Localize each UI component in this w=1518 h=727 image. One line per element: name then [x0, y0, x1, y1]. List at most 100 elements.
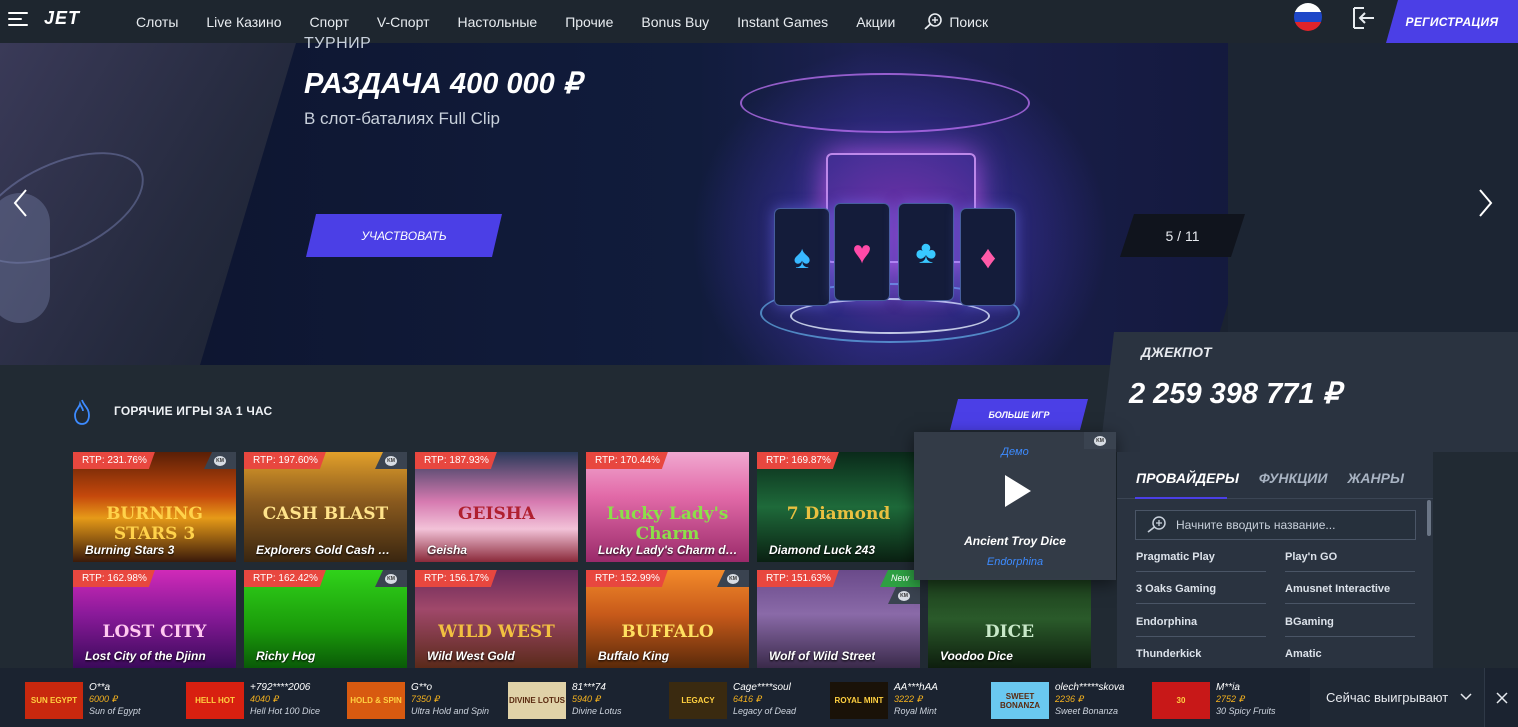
card-club-icon: ♣ — [898, 203, 954, 301]
provider-search-field[interactable] — [1135, 510, 1416, 540]
winner-game-name[interactable]: Legacy of Dead — [733, 706, 796, 716]
rtp-badge: RTP: 169.87% — [757, 452, 839, 469]
logo[interactable]: JET — [44, 8, 80, 29]
winner-item[interactable]: 30 M**ia 2752 ₽ 30 Spicy Fruits — [1152, 682, 1307, 722]
winner-game-thumbnail[interactable]: HOLD & SPIN — [347, 682, 405, 719]
nav-live-casino[interactable]: Live Казино — [206, 14, 281, 30]
main-nav: Слоты Live Казино Спорт V-Спорт Настольн… — [136, 0, 1016, 43]
game-tile[interactable]: GEISHA RTP: 187.93% Geisha — [415, 452, 578, 562]
game-tile[interactable]: LOST CITY RTP: 162.98% Lost City of the Dj… — [73, 570, 236, 668]
game-tile[interactable]: BUFFALO RTP: 152.99% KM Buffalo King — [586, 570, 749, 668]
game-tile[interactable]: Lucky Lady's Charm RTP: 170.44% Lucky Lady… — [586, 452, 749, 562]
game-tile[interactable]: RTP: 151.63% New KM Wolf of Wild Street — [757, 570, 920, 668]
search-label: Поиск — [949, 13, 989, 30]
nav-bonus-buy[interactable]: Bonus Buy — [641, 14, 709, 30]
winner-item[interactable]: LEGACY Cage****soul 6416 ₽ Legacy of Dead — [669, 682, 824, 722]
nav-instant-games[interactable]: Instant Games — [737, 14, 828, 30]
carousel-prev-icon[interactable] — [12, 188, 28, 218]
menu-icon[interactable] — [8, 12, 28, 28]
winner-item[interactable]: SUN EGYPT O**a 6000 ₽ Sun of Egypt — [25, 682, 180, 722]
provider-item[interactable]: 3 Oaks Gaming — [1136, 583, 1266, 604]
nav-table-games[interactable]: Настольные — [458, 14, 538, 30]
game-logo-text: Lucky Lady's Charm — [606, 504, 729, 544]
nav-slots[interactable]: Слоты — [136, 14, 178, 30]
nav-promotions[interactable]: Акции — [856, 14, 895, 30]
km-badge-text: KM — [898, 590, 910, 601]
nav-search[interactable]: Поиск — [923, 12, 989, 31]
slide-counter: 5 / 11 — [1120, 214, 1245, 257]
winner-item[interactable]: ROYAL MINT AA***hAA 3222 ₽ Royal Mint — [830, 682, 985, 722]
more-games-button[interactable]: БОЛЬШЕ ИГР — [950, 399, 1088, 430]
tab-features[interactable]: ФУНКЦИИ — [1259, 470, 1328, 486]
winner-game-thumbnail[interactable]: SUN EGYPT — [25, 682, 83, 719]
winner-game-name[interactable]: Sweet Bonanza — [1055, 706, 1118, 716]
winner-game-thumbnail[interactable]: 30 — [1152, 682, 1210, 719]
winner-amount: 4040 ₽ — [250, 694, 279, 704]
active-tab-indicator — [1135, 497, 1227, 499]
winner-game-name[interactable]: Royal Mint — [894, 706, 937, 716]
winner-item[interactable]: DIVINE LOTUS 81***74 5940 ₽ Divine Lotus — [508, 682, 663, 722]
game-tile[interactable]: 7 Diamond RTP: 169.87% Diamond Luck 243 — [757, 452, 920, 562]
card-heart-icon: ♥ — [834, 203, 890, 301]
register-button[interactable]: РЕГИСТРАЦИЯ — [1386, 0, 1518, 43]
winners-now-toggle[interactable]: Сейчас выигрывают — [1310, 668, 1484, 727]
winner-game-name[interactable]: Sun of Egypt — [89, 706, 141, 716]
winner-game-thumbnail[interactable]: LEGACY — [669, 682, 727, 719]
winner-game-thumbnail[interactable]: HELL HOT — [186, 682, 244, 719]
jackpot-value: 2 259 398 771 ₽ — [1129, 378, 1341, 410]
winner-game-thumbnail[interactable]: ROYAL MINT — [830, 682, 888, 719]
demo-tag[interactable]: Демо — [914, 446, 1116, 458]
winner-item[interactable]: SWEET BONANZA olech*****skova 2236 ₽ Sweet … — [991, 682, 1146, 722]
tab-genres[interactable]: ЖАНРЫ — [1347, 470, 1404, 486]
winner-game-name[interactable]: Ultra Hold and Spin — [411, 706, 489, 716]
game-tile[interactable]: DICE Voodoo Dice — [928, 570, 1091, 668]
provider-item[interactable]: Amatic — [1285, 648, 1415, 668]
provider-item[interactable]: Thunderkick — [1136, 648, 1266, 668]
providers-scrollbar[interactable] — [1427, 500, 1431, 536]
game-name: Explorers Gold Cash … — [256, 543, 391, 557]
search-icon — [924, 12, 943, 30]
provider-item[interactable]: Amusnet Interactive — [1285, 583, 1415, 604]
promo-banner: ♠ ♥ ♣ ♦ — [0, 43, 1518, 365]
language-flag-icon[interactable] — [1294, 3, 1322, 31]
close-winners-button[interactable] — [1484, 668, 1518, 727]
banner-right-panel — [1228, 43, 1518, 365]
game-tile[interactable]: BURNING STARS 3 RTP: 231.76% KM Burning Sta… — [73, 452, 236, 562]
chevron-down-icon — [1460, 693, 1472, 701]
game-demo-card[interactable]: KM Демо Ancient Troy Dice Endorphina — [914, 432, 1116, 580]
card-diamond-icon: ♦ — [960, 208, 1016, 306]
provider-item[interactable]: BGaming — [1285, 616, 1415, 637]
tab-providers[interactable]: ПРОВАЙДЕРЫ — [1136, 470, 1239, 486]
nav-sport[interactable]: Спорт — [310, 14, 349, 30]
game-tile[interactable]: CASH BLAST RTP: 197.60% KM Explorers Gold C… — [244, 452, 407, 562]
game-name: Buffalo King — [598, 649, 670, 663]
game-name: Geisha — [427, 543, 468, 557]
game-tile[interactable]: RTP: 162.42% KM Richy Hog — [244, 570, 407, 668]
winner-item[interactable]: HELL HOT +792****2006 4040 ₽ Hell Hot 100 D… — [186, 682, 341, 722]
play-icon[interactable] — [996, 472, 1034, 510]
game-logo-text: 7 Diamond — [786, 504, 891, 524]
nav-other[interactable]: Прочие — [565, 14, 613, 30]
demo-game-provider[interactable]: Endorphina — [914, 556, 1116, 568]
provider-item[interactable]: Endorphina — [1136, 616, 1266, 637]
login-icon[interactable] — [1350, 6, 1376, 30]
provider-search-input[interactable] — [1176, 518, 1406, 532]
game-name: Richy Hog — [256, 649, 316, 663]
winner-amount: 2752 ₽ — [1216, 694, 1245, 704]
winner-item[interactable]: HOLD & SPIN G**o 7350 ₽ Ultra Hold and Spin — [347, 682, 502, 722]
winner-amount: 5940 ₽ — [572, 694, 601, 704]
carousel-next-icon[interactable] — [1478, 188, 1494, 218]
game-tile[interactable]: WILD WEST RTP: 156.17% Wild West Gold — [415, 570, 578, 668]
provider-item[interactable]: Play'n GO — [1285, 551, 1415, 572]
winner-game-name[interactable]: 30 Spicy Fruits — [1216, 706, 1276, 716]
winner-game-name[interactable]: Divine Lotus — [572, 706, 622, 716]
winner-game-thumbnail[interactable]: SWEET BONANZA — [991, 682, 1049, 719]
providers-tabs: ПРОВАЙДЕРЫ ФУНКЦИИ ЖАНРЫ — [1136, 470, 1424, 486]
provider-item[interactable]: Pragmatic Play — [1136, 551, 1266, 572]
nav-v-sport[interactable]: V-Спорт — [377, 14, 430, 30]
winner-game-name[interactable]: Hell Hot 100 Dice — [250, 706, 320, 716]
winner-amount: 7350 ₽ — [411, 694, 440, 704]
winner-game-thumbnail[interactable]: DIVINE LOTUS — [508, 682, 566, 719]
participate-button[interactable]: УЧАСТВОВАТЬ — [306, 214, 502, 257]
game-logo-text: GEISHA — [458, 504, 535, 524]
